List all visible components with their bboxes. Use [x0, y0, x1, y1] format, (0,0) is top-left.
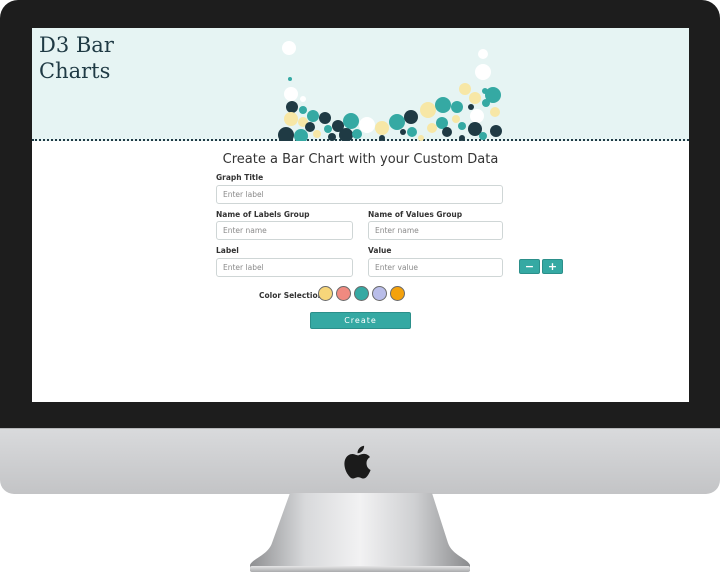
color-selection-label: Color Selection: [259, 291, 323, 300]
labels-group-input[interactable]: [216, 221, 353, 240]
graph-title-input[interactable]: [216, 185, 503, 204]
value-input[interactable]: [368, 258, 503, 277]
labels-group-label: Name of Labels Group: [216, 210, 310, 219]
color-swatch-salmon[interactable]: [336, 286, 351, 301]
color-swatch-yellow[interactable]: [318, 286, 333, 301]
graph-title-label: Graph Title: [216, 173, 264, 182]
color-swatch-teal[interactable]: [354, 286, 369, 301]
form-heading: Create a Bar Chart with your Custom Data: [222, 152, 499, 167]
values-group-input[interactable]: [368, 221, 503, 240]
add-row-button[interactable]: +: [542, 259, 563, 274]
remove-row-button[interactable]: −: [519, 259, 540, 274]
color-swatch-lavender[interactable]: [372, 286, 387, 301]
values-group-label: Name of Values Group: [368, 210, 463, 219]
bubble-illustration: [278, 41, 502, 141]
site-title: D3 Bar Charts: [39, 32, 139, 84]
create-button[interactable]: Create: [310, 312, 411, 329]
label-field-label: Label: [216, 246, 239, 255]
color-swatch-orange[interactable]: [390, 286, 405, 301]
site-title-line2: Charts: [39, 59, 111, 83]
hero-banner: D3 Bar Charts: [32, 28, 689, 141]
monitor-stand: [250, 493, 470, 572]
site-title-line1: D3 Bar: [39, 33, 114, 57]
browser-screen: D3 Bar Charts Create a Bar Chart with yo…: [32, 28, 689, 402]
apple-logo-icon: [344, 445, 371, 479]
label-input[interactable]: [216, 258, 353, 277]
value-field-label: Value: [368, 246, 392, 255]
